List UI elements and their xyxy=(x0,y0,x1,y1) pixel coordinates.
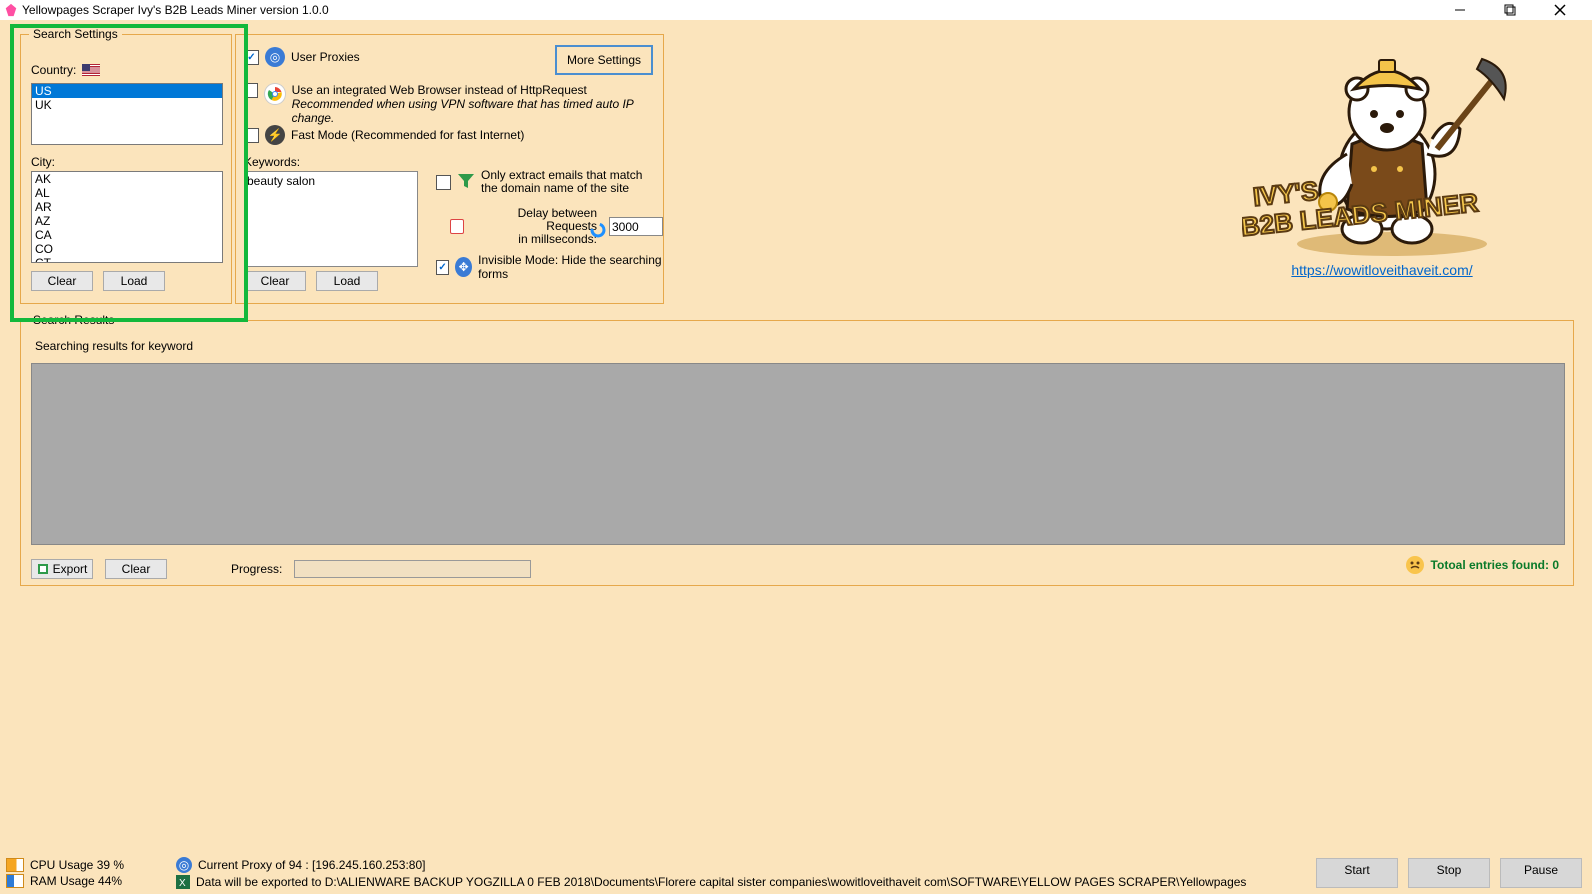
search-results-legend: Search Results xyxy=(29,313,118,327)
country-item-selected[interactable]: US xyxy=(32,84,222,98)
country-flag-icon xyxy=(82,64,100,76)
integrated-browser-checkbox[interactable] xyxy=(244,83,258,98)
city-load-button[interactable]: Load xyxy=(103,271,165,291)
window-buttons xyxy=(1428,0,1592,20)
city-item[interactable]: AL xyxy=(32,186,222,200)
only-match-domain-checkbox[interactable] xyxy=(436,175,451,190)
delay-input[interactable] xyxy=(609,217,663,236)
only-match-line1: Only extract emails that match xyxy=(481,168,642,182)
chrome-icon xyxy=(264,83,285,105)
keywords-clear-button[interactable]: Clear xyxy=(244,271,306,291)
export-path-label: Data will be exported to D:\ALIENWARE BA… xyxy=(196,875,1246,889)
minimize-button[interactable] xyxy=(1440,0,1480,20)
entries-icon xyxy=(1405,555,1425,575)
results-clear-button[interactable]: Clear xyxy=(105,559,167,579)
branding-link[interactable]: https://wowitloveithaveit.com/ xyxy=(1291,262,1472,278)
keywords-load-button[interactable]: Load xyxy=(316,271,378,291)
pause-button[interactable]: Pause xyxy=(1500,858,1582,888)
progress-label: Progress: xyxy=(231,562,282,576)
close-button[interactable] xyxy=(1540,0,1580,20)
country-item[interactable]: UK xyxy=(32,98,222,112)
progress-bar xyxy=(294,560,531,578)
entries-count-label: Totoal entries found: 0 xyxy=(1431,558,1559,572)
delay-line2: in millseconds: xyxy=(518,232,597,246)
integrated-browser-hint: Recommended when using VPN software that… xyxy=(292,97,634,125)
country-listbox[interactable]: US UK xyxy=(31,83,223,145)
invisible-mode-checkbox[interactable]: ✓ xyxy=(436,260,449,275)
excel-icon: X xyxy=(176,875,190,889)
keywords-input[interactable] xyxy=(244,171,418,267)
keywords-label: Keywords: xyxy=(244,155,300,169)
city-item[interactable]: CO xyxy=(32,242,222,256)
proxy-status-label: Current Proxy of 94 : [196.245.160.253:8… xyxy=(198,858,425,872)
branding-area: IVY'S B2B LEADS MINER https://wowitlovei… xyxy=(1232,34,1532,294)
city-item[interactable]: CA xyxy=(32,228,222,242)
delay-checkbox[interactable] xyxy=(450,219,464,234)
fast-mode-icon: ⚡ xyxy=(265,125,285,145)
invisible-mode-label: Invisible Mode: Hide the searching forms xyxy=(478,253,663,281)
results-grid[interactable] xyxy=(31,363,1565,545)
city-clear-button[interactable]: Clear xyxy=(31,271,93,291)
city-listbox[interactable]: AK AL AR AZ CA CO CT xyxy=(31,171,223,263)
start-button[interactable]: Start xyxy=(1316,858,1398,888)
proxy-status-icon: ◎ xyxy=(176,857,192,873)
city-item[interactable]: CT xyxy=(32,256,222,263)
fast-mode-label: Fast Mode (Recommended for fast Internet… xyxy=(291,128,524,142)
country-label: Country: xyxy=(31,63,76,77)
app-icon xyxy=(4,3,18,17)
user-proxies-checkbox[interactable]: ✓ xyxy=(244,50,259,65)
cpu-icon xyxy=(6,858,24,872)
fast-mode-checkbox[interactable] xyxy=(244,128,259,143)
svg-text:X: X xyxy=(179,878,186,889)
invisible-icon: ✥ xyxy=(455,257,472,277)
ram-usage-label: RAM Usage 44% xyxy=(30,874,122,888)
spinner-icon xyxy=(589,221,607,239)
search-settings-group: Search Settings Country: US UK City: AK … xyxy=(20,34,232,304)
status-bar: CPU Usage 39 % RAM Usage 44% ◎ Current P… xyxy=(0,852,1592,894)
city-item[interactable]: AZ xyxy=(32,214,222,228)
window-title: Yellowpages Scraper Ivy's B2B Leads Mine… xyxy=(22,3,329,17)
city-label: City: xyxy=(31,155,55,169)
search-settings-legend: Search Settings xyxy=(29,27,122,41)
export-icon xyxy=(37,563,49,575)
ram-icon xyxy=(6,874,24,888)
searching-label: Searching results for keyword xyxy=(35,339,193,353)
integrated-browser-label: Use an integrated Web Browser instead of… xyxy=(292,83,587,97)
options-panel: ✓ ◎ User Proxies More Settings Use an in… xyxy=(235,34,664,304)
stop-button[interactable]: Stop xyxy=(1408,858,1490,888)
export-button[interactable]: Export xyxy=(31,559,93,579)
user-proxies-label: User Proxies xyxy=(291,50,360,64)
more-settings-button[interactable]: More Settings xyxy=(555,45,653,75)
maximize-button[interactable] xyxy=(1490,0,1530,20)
run-buttons: Start Stop Pause xyxy=(1316,858,1582,888)
cpu-usage-label: CPU Usage 39 % xyxy=(30,858,124,872)
search-results-group: Search Results Searching results for key… xyxy=(20,320,1574,586)
city-item[interactable]: AR xyxy=(32,200,222,214)
funnel-icon xyxy=(457,172,475,193)
proxy-icon: ◎ xyxy=(265,47,285,67)
city-item[interactable]: AK xyxy=(32,172,222,186)
only-match-line2: the domain name of the site xyxy=(481,181,629,195)
product-logo-image: IVY'S B2B LEADS MINER xyxy=(1242,34,1522,259)
delay-line1: Delay between Requests xyxy=(518,206,597,233)
title-bar: Yellowpages Scraper Ivy's B2B Leads Mine… xyxy=(0,0,1592,20)
